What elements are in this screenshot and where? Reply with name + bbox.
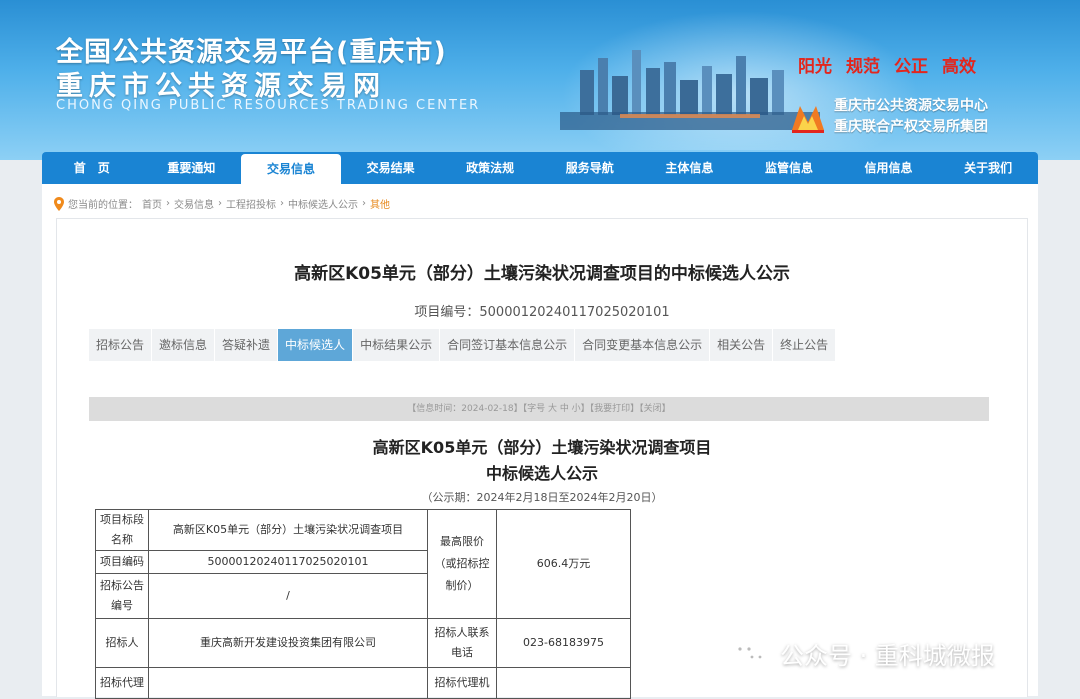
table-cell-value	[496, 667, 631, 699]
site-english-name: CHONG QING PUBLIC RESOURCES TRADING CENT…	[56, 98, 481, 113]
table-cell-label: 招标代理	[95, 667, 149, 699]
project-info-table: 项目标段名称 高新区K05单元（部分）土壤污染状况调查项目 最高限价（或招标控制…	[95, 509, 631, 699]
announcement-title-line2: 中标候选人公示	[485, 464, 598, 483]
announcement-period: （公示期：2024年2月18日至2024年2月20日）	[421, 491, 663, 504]
nav-entity-info[interactable]: 主体信息	[640, 152, 740, 184]
breadcrumb-engineering-bidding[interactable]: 工程招投标	[226, 196, 276, 211]
breadcrumb-separator: ›	[218, 198, 222, 209]
breadcrumb-separator: ›	[362, 198, 366, 209]
tab-qa-supplement[interactable]: 答疑补遗	[215, 329, 279, 361]
table-row: 项目标段名称 高新区K05单元（部分）土壤污染状况调查项目 最高限价（或招标控制…	[95, 509, 631, 619]
breadcrumb-trading-info[interactable]: 交易信息	[174, 196, 214, 211]
nav-policies[interactable]: 政策法规	[440, 152, 540, 184]
breadcrumb-current: 其他	[370, 200, 390, 211]
table-cell-label: 招标公告编号	[95, 573, 149, 619]
announcement-title-line1: 高新区K05单元（部分）土壤污染状况调查项目	[372, 438, 712, 457]
announcement-title: 高新区K05单元（部分）土壤污染状况调查项目 中标候选人公示	[57, 435, 1027, 487]
location-pin-icon	[54, 196, 64, 211]
table-cell-label: 项目编码	[95, 550, 149, 574]
nav-supervision-info[interactable]: 监管信息	[739, 152, 839, 184]
slogan: 高效	[942, 57, 976, 77]
tab-result-notice[interactable]: 中标结果公示	[353, 329, 441, 361]
city-skyline-illustration	[560, 50, 820, 130]
breadcrumb: 您当前的位置： 首页 › 交易信息 › 工程招投标 › 中标候选人公示 › 其他	[54, 196, 390, 211]
tab-tender-notice[interactable]: 招标公告	[89, 329, 153, 361]
table-cell-value: 606.4万元	[496, 509, 631, 619]
table-cell-value: 重庆高新开发建设投资集团有限公司	[148, 618, 428, 668]
document-panel: 高新区K05单元（部分）土壤污染状况调查项目的中标候选人公示 项目编号：5000…	[56, 218, 1028, 699]
nav-home[interactable]: 首 页	[42, 152, 142, 184]
table-cell-label: 招标人	[95, 618, 149, 668]
tab-winning-candidates[interactable]: 中标候选人	[278, 329, 354, 361]
notice-tabs: 招标公告 邀标信息 答疑补遗 中标候选人 中标结果公示 合同签订基本信息公示 合…	[89, 329, 837, 361]
breadcrumb-prefix: 您当前的位置：	[68, 200, 138, 211]
table-cell-label: 招标代理机	[427, 667, 497, 699]
table-row: 招标人 重庆高新开发建设投资集团有限公司 招标人联系电话 023-6818397…	[95, 618, 631, 668]
table-cell-value	[148, 667, 428, 699]
breadcrumb-candidate-notice[interactable]: 中标候选人公示	[288, 196, 358, 211]
table-cell-label: 项目标段名称	[95, 509, 149, 551]
nav-important-notices[interactable]: 重要通知	[142, 152, 242, 184]
org-name-1: 重庆市公共资源交易中心	[834, 98, 988, 114]
wechat-watermark: 公众号 · 重科城微报	[730, 636, 995, 671]
slogan: 公正	[894, 57, 928, 77]
nav-trading-results[interactable]: 交易结果	[341, 152, 441, 184]
site-banner: 全国公共资源交易平台(重庆市) 重庆市公共资源交易网 CHONG QING PU…	[0, 0, 1080, 160]
org-name-2: 重庆联合产权交易所集团	[834, 119, 988, 135]
nav-trading-info[interactable]: 交易信息	[241, 154, 341, 184]
table-cell-value: /	[148, 573, 428, 619]
slogans: 阳光 规范 公正 高效	[798, 52, 976, 77]
table-cell-label: 招标人联系电话	[427, 618, 497, 668]
slogan: 规范	[846, 57, 880, 77]
tab-related-notices[interactable]: 相关公告	[710, 329, 774, 361]
nav-service-guide[interactable]: 服务导航	[540, 152, 640, 184]
project-number: 项目编号：500001202401170250201​01	[414, 305, 670, 320]
table-cell-value: 500001202401170250201​01	[148, 550, 428, 574]
slogan: 阳光	[798, 57, 832, 77]
tab-invitation-info[interactable]: 邀标信息	[152, 329, 216, 361]
breadcrumb-separator: ›	[280, 198, 284, 209]
breadcrumb-home[interactable]: 首页	[142, 196, 162, 211]
organization-names: 重庆市公共资源交易中心 重庆联合产权交易所集团	[834, 96, 988, 138]
tab-termination-notice[interactable]: 终止公告	[773, 329, 837, 361]
org-logo-icon	[792, 106, 824, 133]
table-row: 招标代理 招标代理机	[95, 667, 631, 699]
tab-contract-signing[interactable]: 合同签订基本信息公示	[440, 329, 576, 361]
table-cell-value: 023-68183975	[496, 618, 631, 668]
nav-about-us[interactable]: 关于我们	[938, 152, 1038, 184]
content-page: 您当前的位置： 首页 › 交易信息 › 工程招投标 › 中标候选人公示 › 其他…	[42, 184, 1038, 699]
watermark-text: 公众号 · 重科城微报	[780, 642, 995, 670]
breadcrumb-separator: ›	[166, 198, 170, 209]
table-cell-label: 最高限价（或招标控制价）	[427, 509, 497, 619]
document-title: 高新区K05单元（部分）土壤污染状况调查项目的中标候选人公示	[294, 264, 790, 284]
tab-contract-change[interactable]: 合同变更基本信息公示	[575, 329, 711, 361]
organization-logo: 重庆市公共资源交易中心 重庆联合产权交易所集团	[790, 96, 988, 138]
nav-credit-info[interactable]: 信用信息	[839, 152, 939, 184]
main-nav: 首 页 重要通知 交易信息 交易结果 政策法规 服务导航 主体信息 监管信息 信…	[42, 152, 1038, 184]
table-cell-value: 高新区K05单元（部分）土壤污染状况调查项目	[148, 509, 428, 551]
wechat-icon	[732, 640, 767, 667]
info-bar: 【信息时间：2024-02-18】【字号 大 中 小】【我要打印】【关闭】	[89, 397, 989, 421]
